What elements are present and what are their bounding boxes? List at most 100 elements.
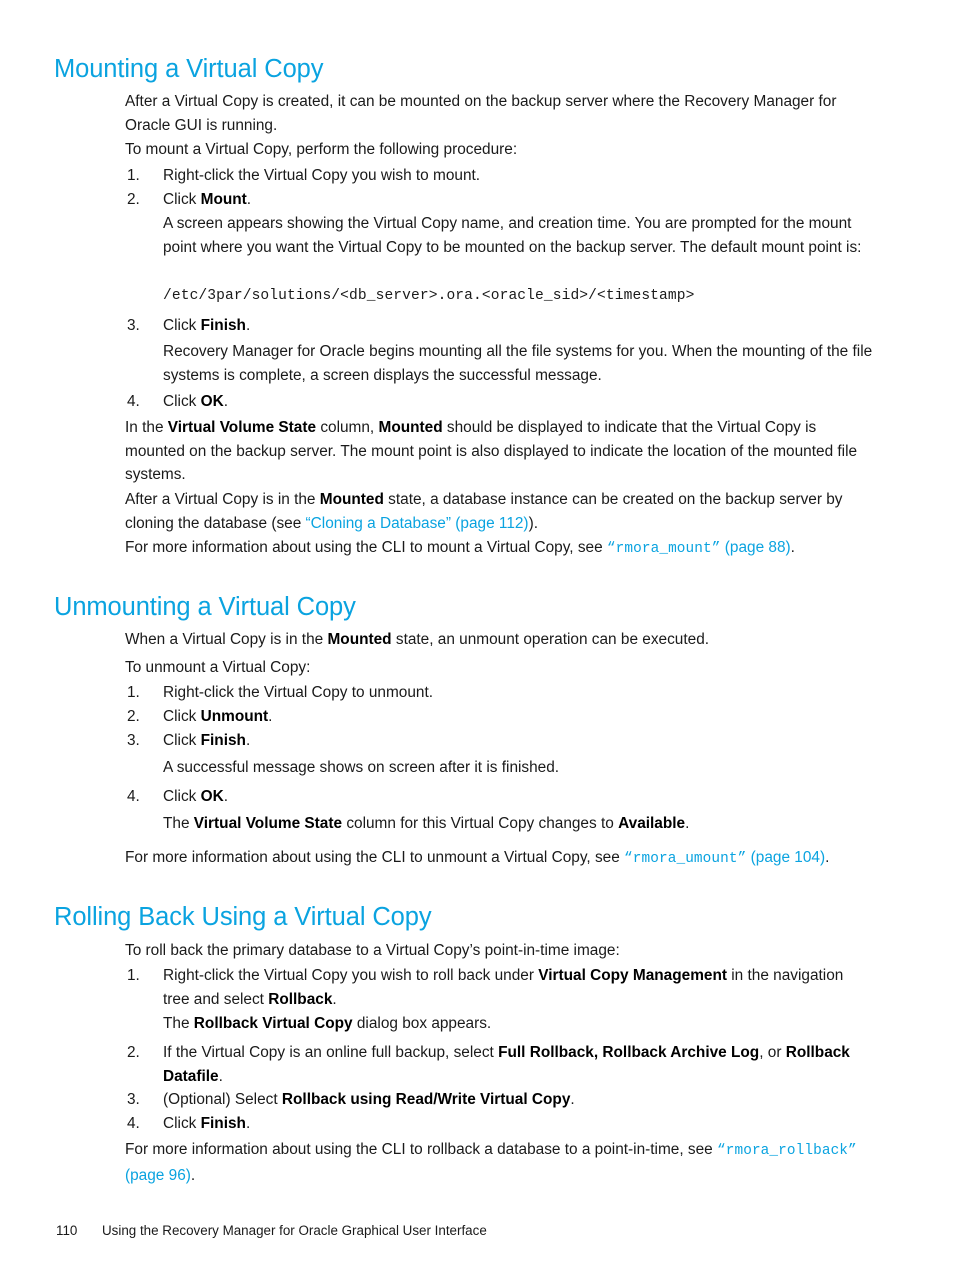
menu-item-rollback: Rollback xyxy=(268,990,333,1008)
mounting-step3-detail: Recovery Manager for Oracle begins mount… xyxy=(163,343,873,384)
unmounting-cli-note: For more information about using the CLI… xyxy=(125,846,873,872)
list-item-text: Click Finish. xyxy=(163,1112,873,1136)
text-fragment: Right-click the Virtual Copy you wish to… xyxy=(163,967,539,984)
dialog-title-rollback-virtual-copy: Rollback Virtual Copy xyxy=(193,1015,353,1032)
heading-mounting-a-virtual-copy: Mounting a Virtual Copy xyxy=(54,55,324,83)
text-fragment: . xyxy=(245,1115,251,1132)
list-item: 2. Click Mount. xyxy=(125,188,873,212)
unmounting-step3-detail: A successful message shows on screen aft… xyxy=(163,759,560,776)
option-full-rollback-archive-log: Full Rollback, Rollback Archive Log xyxy=(498,1044,760,1061)
option-rollback-using-read-write-virtual-copy: Rollback using Read/Write Virtual Copy xyxy=(281,1091,571,1108)
ui-label-unmount: Unmount xyxy=(200,708,269,725)
column-label-virtual-volume-state: Virtual Volume State xyxy=(167,419,317,436)
list-item: 4. Click Finish. xyxy=(125,1112,873,1136)
mounting-cli-note: For more information about using the CLI… xyxy=(125,536,873,562)
list-item-text: Click Unmount. xyxy=(163,705,873,729)
step-text: Click xyxy=(163,393,201,410)
list-item: 1. Right-click the Virtual Copy you wish… xyxy=(125,964,873,1011)
step-text-tail: . xyxy=(223,393,228,410)
cross-reference-rmora-umount[interactable]: “rmora_umount” (page 104) xyxy=(624,849,826,867)
text-fragment: If the Virtual Copy is an online full ba… xyxy=(163,1044,499,1061)
text-fragment: , or xyxy=(759,1044,786,1061)
state-label-mounted: Mounted xyxy=(327,631,392,648)
footer-chapter-title: Using the Recovery Manager for Oracle Gr… xyxy=(102,1223,487,1238)
cross-reference-cloning-a-database[interactable]: “Cloning a Database” (page 112) xyxy=(306,515,529,532)
list-marker: 2. xyxy=(127,1044,140,1061)
state-label-mounted: Mounted xyxy=(319,491,384,508)
text-fragment: In the xyxy=(125,419,168,436)
list-item: 3. Click Finish. xyxy=(125,729,873,753)
cross-reference-page: (page 104) xyxy=(746,849,826,866)
list-item-text: Click Finish. xyxy=(163,729,873,753)
list-item: 2. Click Unmount. xyxy=(125,705,873,729)
text-fragment: . xyxy=(685,815,690,832)
text-fragment: column, xyxy=(316,419,379,436)
column-label-virtual-volume-state: Virtual Volume State xyxy=(193,815,343,832)
list-marker: 2. xyxy=(127,191,140,208)
list-item: 2. If the Virtual Copy is an online full… xyxy=(125,1041,873,1088)
list-item: 4. Click OK. xyxy=(125,390,873,414)
cross-reference-code: “rmora_mount” xyxy=(606,541,721,557)
ui-label-ok: OK xyxy=(200,393,224,410)
text-fragment: . xyxy=(218,1067,223,1085)
unmounting-intro-paragraph-2: To unmount a Virtual Copy: xyxy=(125,659,311,676)
list-marker: 3. xyxy=(127,732,140,749)
cross-reference-rmora-mount[interactable]: “rmora_mount” (page 88) xyxy=(606,539,791,557)
state-label-available: Available xyxy=(618,815,686,832)
list-marker: 4. xyxy=(127,1115,140,1132)
unmounting-step4-detail: The Virtual Volume State column for this… xyxy=(163,812,873,836)
text-fragment: For more information about using the CLI… xyxy=(125,1141,717,1158)
text-fragment: For more information about using the CLI… xyxy=(125,849,625,866)
mounting-step2-detail: A screen appears showing the Virtual Cop… xyxy=(163,215,862,256)
text-fragment: column for this Virtual Copy changes to xyxy=(342,815,619,832)
list-marker: 4. xyxy=(127,393,140,410)
text-fragment: dialog box appears. xyxy=(352,1015,492,1032)
text-fragment: . xyxy=(332,990,337,1008)
unmounting-intro-paragraph-1: When a Virtual Copy is in the Mounted st… xyxy=(125,628,870,652)
step-text: Right-click the Virtual Copy you wish to… xyxy=(163,167,481,184)
page-number: 110 xyxy=(56,1223,78,1238)
list-item: 4. Click OK. xyxy=(125,785,873,809)
text-fragment: For more information about using the CLI… xyxy=(125,539,607,556)
mounting-closing-paragraph-1: In the Virtual Volume State column, Moun… xyxy=(125,416,873,487)
text-fragment: . xyxy=(190,1166,196,1184)
ui-label-finish: Finish xyxy=(200,317,246,334)
step-text: Click xyxy=(163,788,201,805)
heading-rolling-back-using-a-virtual-copy: Rolling Back Using a Virtual Copy xyxy=(54,903,432,931)
list-item-text: Click OK. xyxy=(163,785,873,809)
step-text-tail: . xyxy=(223,788,228,805)
ui-label-finish: Finish xyxy=(200,1115,246,1132)
list-item: 1. Right-click the Virtual Copy to unmou… xyxy=(125,681,873,705)
list-item: 3. (Optional) Select Rollback using Read… xyxy=(125,1088,873,1112)
default-mount-point-path: /etc/3par/solutions/<db_server>.ora.<ora… xyxy=(163,288,695,304)
ui-label-mount: Mount xyxy=(200,191,247,208)
text-fragment: ). xyxy=(528,514,538,532)
text-fragment: state, an unmount operation can be execu… xyxy=(391,631,710,648)
cross-reference-page: (page 96) xyxy=(125,1166,191,1184)
text-fragment: The xyxy=(163,1015,194,1032)
list-item-text: Click Mount. xyxy=(163,188,873,212)
list-marker: 1. xyxy=(127,684,140,701)
text-fragment: The xyxy=(163,815,194,832)
page-footer: 110 Using the Recovery Manager for Oracle… xyxy=(56,1222,487,1240)
mounting-closing-paragraph-2: After a Virtual Copy is in the Mounted s… xyxy=(125,488,873,535)
ui-label-finish: Finish xyxy=(200,732,246,749)
text-fragment: After a Virtual Copy is in the xyxy=(125,491,320,508)
step-text: Click xyxy=(163,732,201,749)
text-fragment: Click xyxy=(163,1115,201,1132)
step-text: Click xyxy=(163,317,201,334)
mounting-intro-paragraph-1: After a Virtual Copy is created, it can … xyxy=(125,93,837,134)
list-marker: 3. xyxy=(127,1091,140,1108)
list-item-text: Right-click the Virtual Copy you wish to… xyxy=(163,164,873,188)
rollback-intro-paragraph: To roll back the primary database to a V… xyxy=(125,942,620,959)
step-text-tail: . xyxy=(245,317,251,334)
heading-unmounting-a-virtual-copy: Unmounting a Virtual Copy xyxy=(54,593,356,621)
list-marker: 1. xyxy=(127,967,140,984)
step-text: Click xyxy=(163,191,201,208)
step-text-tail: . xyxy=(245,732,251,749)
step-text-tail: . xyxy=(246,191,252,208)
text-fragment: (Optional) Select xyxy=(163,1091,282,1108)
list-item-text: Right-click the Virtual Copy you wish to… xyxy=(163,964,873,1011)
text-fragment: . xyxy=(790,539,795,556)
cross-reference-code: “rmora_umount” xyxy=(624,851,747,867)
